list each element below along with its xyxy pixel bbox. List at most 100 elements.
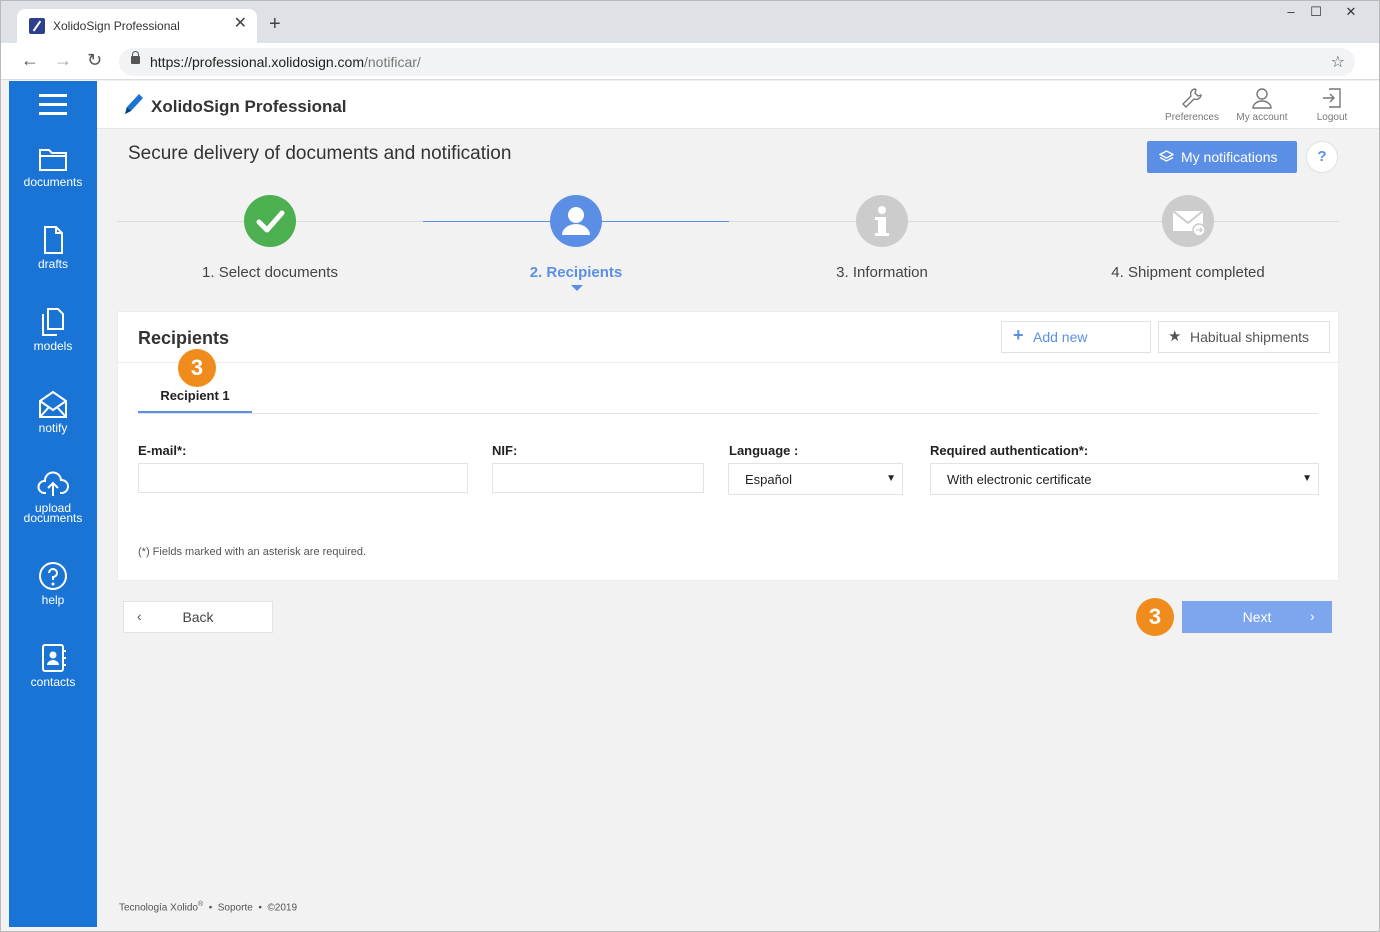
hamburger-menu-icon[interactable] bbox=[39, 94, 67, 116]
back-button[interactable]: Back bbox=[123, 601, 273, 633]
tab-title: XolidoSign Professional bbox=[53, 19, 180, 33]
sidebar-item-models[interactable]: models bbox=[9, 307, 97, 367]
nif-field[interactable] bbox=[492, 463, 704, 493]
sidebar: documents drafts models notify upload do… bbox=[9, 81, 97, 927]
sidebar-item-label: models bbox=[33, 339, 73, 353]
step-label: 1. Select documents bbox=[202, 264, 338, 281]
layers-icon bbox=[1159, 150, 1174, 162]
reload-icon[interactable]: ↻ bbox=[87, 51, 102, 69]
logout-label: Logout bbox=[1316, 112, 1348, 123]
star-icon: ★ bbox=[1168, 328, 1182, 345]
page-footer: Tecnología Xolido® • Soporte • ©2019 bbox=[119, 901, 297, 913]
auth-label: Required authentication*: bbox=[930, 443, 1089, 458]
registered-mark: ® bbox=[197, 901, 204, 908]
sidebar-item-label: documents bbox=[23, 175, 83, 189]
minimize-icon[interactable]: – bbox=[1283, 5, 1299, 19]
browser-toolbar: ← → ↻ https://professional.xolidosign.co… bbox=[1, 43, 1379, 80]
checkmark-icon bbox=[256, 210, 285, 233]
authentication-selected-value: With electronic certificate bbox=[947, 472, 1092, 487]
language-selected-value: Español bbox=[745, 472, 792, 487]
progress-stepper: 1. Select documents 2. Recipients 3. Inf… bbox=[117, 191, 1339, 301]
copy-documents-icon bbox=[42, 308, 64, 336]
step-label: 4. Shipment completed bbox=[1111, 264, 1265, 281]
preferences-label: Preferences bbox=[1165, 112, 1219, 123]
sidebar-item-help[interactable]: help bbox=[9, 561, 97, 621]
close-window-icon[interactable]: ✕ bbox=[1343, 5, 1359, 19]
browser-tab[interactable]: XolidoSign Professional ✕ bbox=[17, 9, 257, 44]
xolidosign-favicon-icon bbox=[29, 18, 45, 34]
plus-icon: + bbox=[1013, 325, 1024, 345]
url-text: https://professional.xolidosign.com/noti… bbox=[150, 54, 421, 70]
sidebar-item-label-2: documents bbox=[23, 511, 83, 525]
my-account-button[interactable]: My account bbox=[1230, 87, 1294, 123]
sidebar-item-label: help bbox=[41, 593, 65, 607]
footer-separator: • bbox=[208, 902, 213, 914]
sidebar-item-documents[interactable]: documents bbox=[9, 145, 97, 205]
required-fields-note: (*) Fields marked with an asterisk are r… bbox=[138, 546, 367, 558]
card-divider bbox=[118, 362, 1340, 363]
sidebar-item-label: notify bbox=[38, 421, 68, 435]
document-icon bbox=[44, 226, 63, 254]
step-select-documents[interactable]: 1. Select documents bbox=[117, 195, 423, 281]
address-book-icon bbox=[42, 644, 66, 672]
browser-window: XolidoSign Professional ✕ + – ☐ ✕ ← → ↻ … bbox=[0, 0, 1380, 932]
preferences-button[interactable]: Preferences bbox=[1160, 87, 1224, 123]
sidebar-item-drafts[interactable]: drafts bbox=[9, 225, 97, 285]
maximize-icon[interactable]: ☐ bbox=[1308, 5, 1324, 19]
sidebar-item-upload-documents[interactable]: upload documents bbox=[9, 471, 97, 531]
email-label: E-mail*: bbox=[138, 443, 187, 458]
sidebar-item-label: drafts bbox=[37, 257, 68, 271]
sidebar-item-notify[interactable]: notify bbox=[9, 389, 97, 449]
dropdown-arrow-icon: ▼ bbox=[1302, 473, 1312, 484]
step-shipment-completed[interactable]: 4. Shipment completed bbox=[1035, 195, 1341, 281]
footer-separator: • bbox=[258, 902, 262, 914]
step-number-badge: 3 bbox=[178, 349, 216, 387]
dropdown-arrow-icon: ▼ bbox=[886, 473, 896, 484]
address-bar[interactable]: https://professional.xolidosign.com/noti… bbox=[119, 48, 1355, 76]
step-information[interactable]: 3. Information bbox=[729, 195, 1035, 281]
habitual-shipments-button[interactable]: Habitual shipments bbox=[1158, 321, 1330, 353]
language-select[interactable]: Español ▼ bbox=[728, 463, 903, 495]
logout-button[interactable]: Logout bbox=[1300, 87, 1364, 123]
sidebar-item-contacts[interactable]: contacts bbox=[9, 643, 97, 703]
envelope-icon bbox=[39, 390, 67, 418]
step-pending-circle bbox=[1162, 195, 1214, 247]
user-icon bbox=[1252, 88, 1272, 109]
forward-arrow-icon[interactable]: → bbox=[54, 51, 72, 69]
card-title: Recipients bbox=[138, 328, 230, 348]
pen-logo-icon bbox=[125, 94, 143, 114]
language-label: Language : bbox=[729, 443, 799, 458]
bookmark-star-icon[interactable]: ☆ bbox=[1331, 52, 1345, 72]
step-pending-circle bbox=[856, 195, 908, 247]
logout-icon bbox=[1323, 88, 1341, 108]
footer-copyright: ©2019 bbox=[267, 902, 298, 914]
active-step-caret bbox=[571, 285, 583, 291]
app-header: XolidoSign Professional Preferences My a… bbox=[97, 81, 1379, 129]
tab-bar: XolidoSign Professional ✕ + – ☐ ✕ bbox=[1, 1, 1379, 44]
close-tab-icon[interactable]: ✕ bbox=[234, 16, 247, 32]
wrench-icon bbox=[1182, 88, 1202, 108]
email-field[interactable] bbox=[138, 463, 468, 493]
step-number-badge: 3 bbox=[1136, 598, 1174, 636]
new-tab-icon[interactable]: + bbox=[269, 14, 281, 34]
step-done-circle bbox=[244, 195, 296, 247]
step-label: 2. Recipients bbox=[529, 264, 623, 281]
step-recipients[interactable]: 2. Recipients bbox=[423, 195, 729, 281]
page-title: Secure delivery of documents and notific… bbox=[128, 143, 512, 164]
footer-support-link[interactable]: Soporte bbox=[218, 902, 253, 913]
authentication-select[interactable]: With electronic certificate ▼ bbox=[930, 463, 1319, 495]
info-icon bbox=[875, 206, 889, 236]
my-account-label: My account bbox=[1236, 112, 1288, 123]
back-arrow-icon[interactable]: ← bbox=[21, 51, 39, 69]
help-button[interactable]: ? bbox=[1306, 141, 1338, 173]
user-icon bbox=[562, 207, 590, 235]
recipients-card: Recipients Add new + Habitual shipments … bbox=[117, 311, 1340, 581]
tab-recipient-1[interactable]: Recipient 1 bbox=[138, 386, 252, 414]
step-label: 3. Information bbox=[836, 264, 928, 281]
lock-icon bbox=[131, 51, 140, 64]
footer-company: Tecnología Xolido bbox=[119, 902, 198, 914]
cloud-upload-icon bbox=[37, 471, 69, 496]
chevron-right-icon: › bbox=[1310, 608, 1315, 624]
envelope-send-icon bbox=[1172, 210, 1206, 237]
question-circle-icon bbox=[39, 562, 67, 590]
